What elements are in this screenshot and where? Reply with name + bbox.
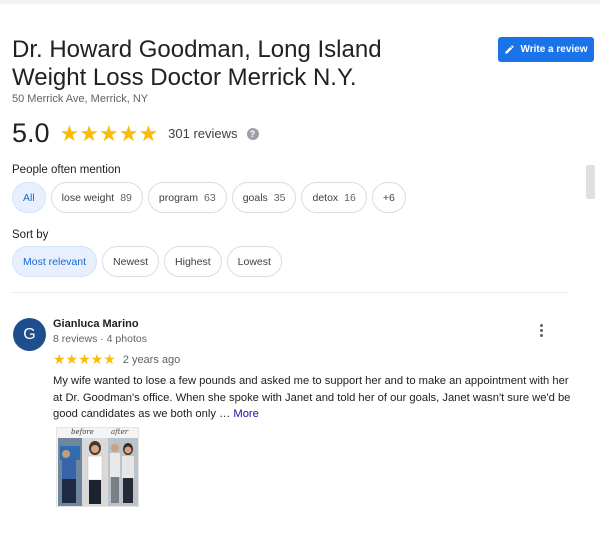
photo-after-label: after: [111, 428, 129, 436]
review-photo[interactable]: before after: [56, 427, 139, 507]
chip-label: program: [158, 191, 198, 204]
chip-count: 16: [344, 191, 356, 204]
business-address: 50 Merrick Ave, Merrick, NY: [12, 93, 149, 105]
rating-score: 5.0: [12, 118, 50, 148]
sort-label: Sort by: [12, 229, 49, 241]
scrollbar-thumb[interactable]: [586, 165, 595, 199]
chip-label: All: [23, 191, 35, 204]
chip-count: 63: [204, 191, 216, 204]
more-vert-icon[interactable]: [537, 323, 545, 339]
business-title-line-2: Weight Loss Doctor Merrick N.Y.: [12, 64, 357, 91]
chip-label: +6: [382, 191, 395, 204]
chip-label: detox: [312, 191, 339, 204]
sort-lowest[interactable]: Lowest: [226, 246, 282, 277]
chip-count: 35: [273, 191, 286, 204]
sort-highest[interactable]: Highest: [164, 246, 222, 277]
more-link[interactable]: More: [233, 408, 259, 420]
chip-more[interactable]: +6: [371, 182, 406, 213]
review-text: My wife wanted to lose a few pounds and …: [53, 373, 573, 423]
chip-detox[interactable]: detox 16: [301, 182, 367, 213]
write-review-label: Write a review: [520, 44, 588, 55]
mentions-label: People often mention: [12, 164, 121, 176]
chip-label: goals: [242, 191, 268, 204]
review-date: 2 years ago: [122, 353, 181, 366]
avatar[interactable]: G: [13, 318, 46, 351]
divider: [12, 292, 568, 293]
chip-all[interactable]: All: [12, 182, 46, 213]
business-title-line-1: Dr. Howard Goodman, Long Island: [12, 36, 382, 63]
chip-program[interactable]: program 63: [147, 182, 227, 213]
help-icon[interactable]: ?: [246, 127, 259, 140]
chip-label: lose weight: [61, 191, 115, 204]
review-body: My wife wanted to lose a few pounds and …: [53, 375, 571, 420]
business-title: Dr. Howard Goodman, Long Island Weight L…: [12, 36, 432, 92]
review-rating: ★★★★★ 2 years ago: [53, 351, 180, 368]
sort-newest[interactable]: Newest: [102, 246, 160, 277]
chip-goals[interactable]: goals 35: [231, 182, 297, 213]
sort-options: Most relevant Newest Highest Lowest: [12, 246, 282, 277]
photo-before-label: before: [71, 428, 94, 436]
pencil-icon: [505, 45, 515, 54]
write-review-button[interactable]: Write a review: [498, 37, 594, 62]
review-stars: ★★★★★: [53, 351, 116, 367]
rating-stars: ★★★★★: [59, 120, 159, 146]
sort-most-relevant[interactable]: Most relevant: [12, 246, 98, 277]
chip-lose-weight[interactable]: lose weight 89: [50, 182, 143, 213]
reviewer-meta: 8 reviews · 4 photos: [53, 333, 147, 345]
reviewer-name[interactable]: Gianluca Marino: [53, 318, 139, 330]
review-count: 301 reviews: [168, 126, 238, 141]
mention-chips: All lose weight 89 program 63 goals 35 d…: [12, 182, 406, 213]
rating-summary: 5.0 ★★★★★ 301 reviews ?: [12, 118, 259, 149]
chip-count: 89: [120, 191, 132, 204]
before-after-photo: before after: [57, 428, 138, 506]
browser-top-strip: [0, 0, 600, 4]
